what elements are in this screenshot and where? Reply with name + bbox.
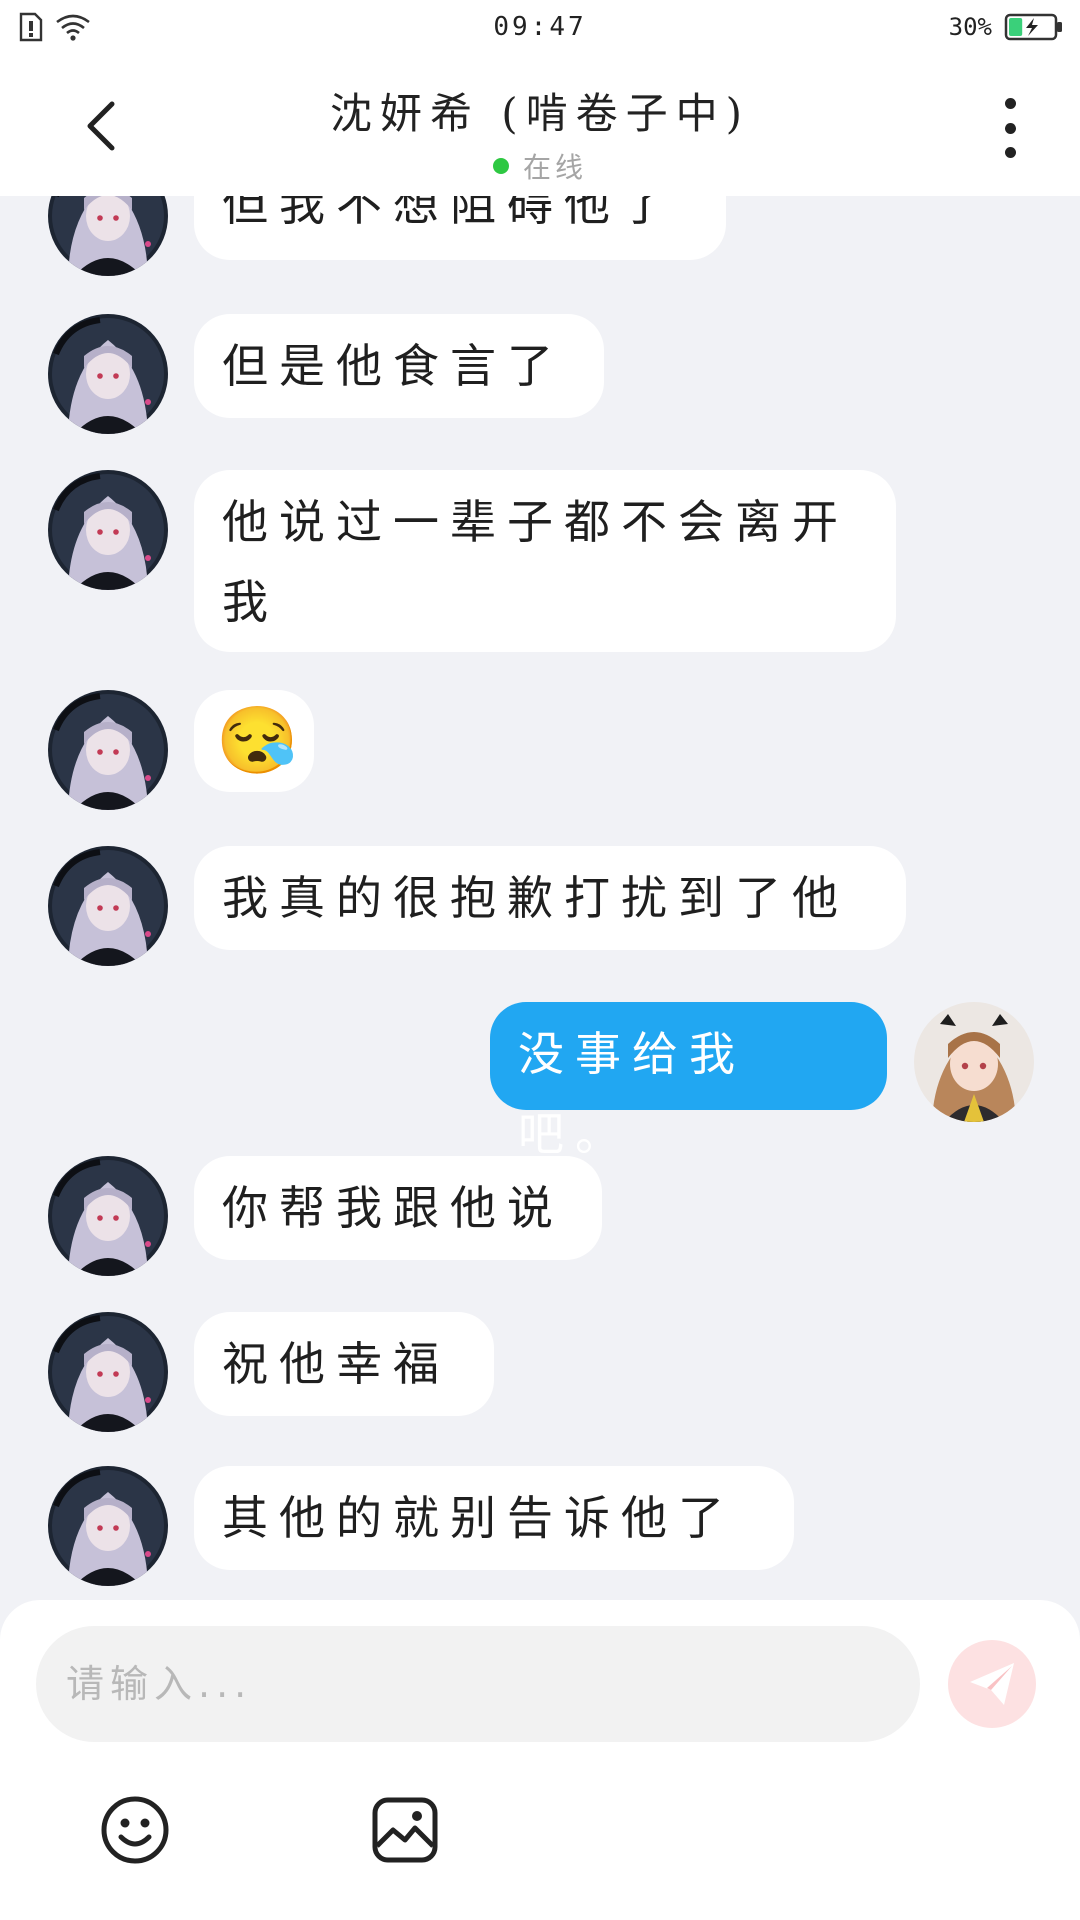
image-icon: [372, 1797, 438, 1863]
contact-avatar[interactable]: [48, 1156, 168, 1276]
contact-avatar[interactable]: [48, 690, 168, 810]
chat-header: 沈妍希 (啃卷子中) 在线: [0, 56, 1080, 196]
send-button[interactable]: [948, 1640, 1036, 1728]
battery-icon: [1004, 13, 1062, 41]
more-dot-icon: [1004, 147, 1016, 158]
self-message-bubble[interactable]: 没事给我吧。: [490, 1002, 887, 1161]
contact-avatar[interactable]: [48, 1466, 168, 1586]
status-bar-right: 30%: [949, 12, 1064, 42]
message-input[interactable]: [36, 1626, 920, 1742]
message-bubble[interactable]: 祝他幸福: [194, 1312, 494, 1416]
status-time: 09:47: [493, 12, 587, 42]
online-status: 在线: [0, 146, 1080, 186]
online-dot-icon: [492, 158, 509, 174]
chat-message-list[interactable]: 但我不想阻碍他了 但是他食言了 他说过一辈子都不会离开 我 😪 我真的很抱歉打扰…: [0, 196, 1080, 1600]
more-options-button[interactable]: [990, 98, 1030, 158]
contact-avatar-image: [48, 690, 168, 810]
send-icon: [970, 1663, 1014, 1705]
contact-avatar[interactable]: [48, 1312, 168, 1432]
contact-avatar[interactable]: [48, 314, 168, 434]
image-button[interactable]: [370, 1795, 440, 1865]
status-bar: 09:47 30%: [0, 0, 1080, 56]
message-bubble[interactable]: 但我不想阻碍他了: [194, 196, 726, 260]
contact-avatar-image: [48, 1466, 168, 1586]
contact-avatar-image: [48, 846, 168, 966]
more-dot-icon: [1004, 122, 1016, 134]
more-dot-icon: [1004, 98, 1016, 109]
emoji-message-bubble[interactable]: 😪: [194, 690, 314, 792]
contact-avatar-image: [48, 1156, 168, 1276]
message-bubble[interactable]: 但是他食言了: [194, 314, 604, 418]
message-bubble[interactable]: 我真的很抱歉打扰到了他: [194, 846, 906, 950]
emoji-button[interactable]: [100, 1795, 170, 1865]
contact-avatar-image: [48, 1312, 168, 1432]
contact-avatar[interactable]: [48, 846, 168, 966]
contact-avatar-image: [48, 314, 168, 434]
input-bar: [0, 1600, 1080, 1920]
message-bubble[interactable]: 其他的就别告诉他了: [194, 1466, 794, 1570]
contact-avatar[interactable]: [48, 470, 168, 590]
contact-avatar[interactable]: [48, 196, 168, 276]
message-bubble[interactable]: 他说过一辈子都不会离开 我: [194, 470, 896, 652]
online-status-text: 在线: [522, 151, 587, 184]
emoji-icon: [101, 1796, 169, 1864]
self-avatar-image: [914, 1002, 1034, 1122]
contact-avatar-image: [48, 470, 168, 590]
battery-fill: [1009, 18, 1023, 36]
battery-percent: 30%: [948, 13, 992, 41]
chat-title: 沈妍希 (啃卷子中): [329, 89, 751, 138]
self-avatar[interactable]: [914, 1002, 1034, 1122]
contact-avatar-image: [48, 196, 168, 276]
message-bubble[interactable]: 你帮我跟他说: [194, 1156, 602, 1260]
